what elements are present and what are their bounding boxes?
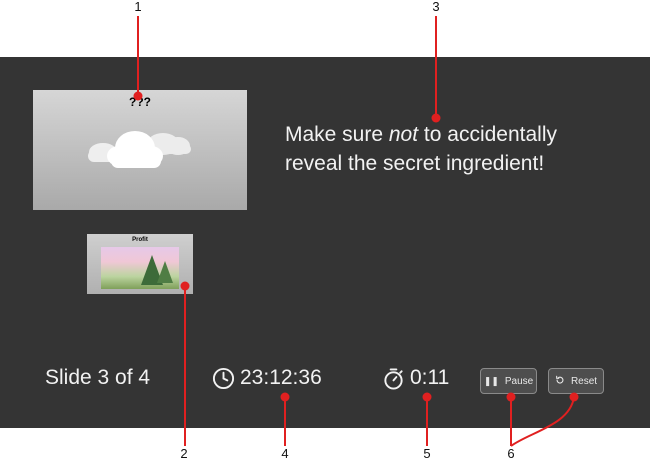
callout-marker-3 [431, 113, 441, 123]
callout-marker-2 [180, 281, 190, 291]
callout-marker-1 [133, 91, 143, 101]
callout-marker-4 [280, 392, 290, 402]
callout-marker-6b [569, 392, 579, 402]
callout-marker-6a [506, 392, 516, 402]
callout-marker-5 [422, 392, 432, 402]
callout-overlay [133, 16, 579, 447]
